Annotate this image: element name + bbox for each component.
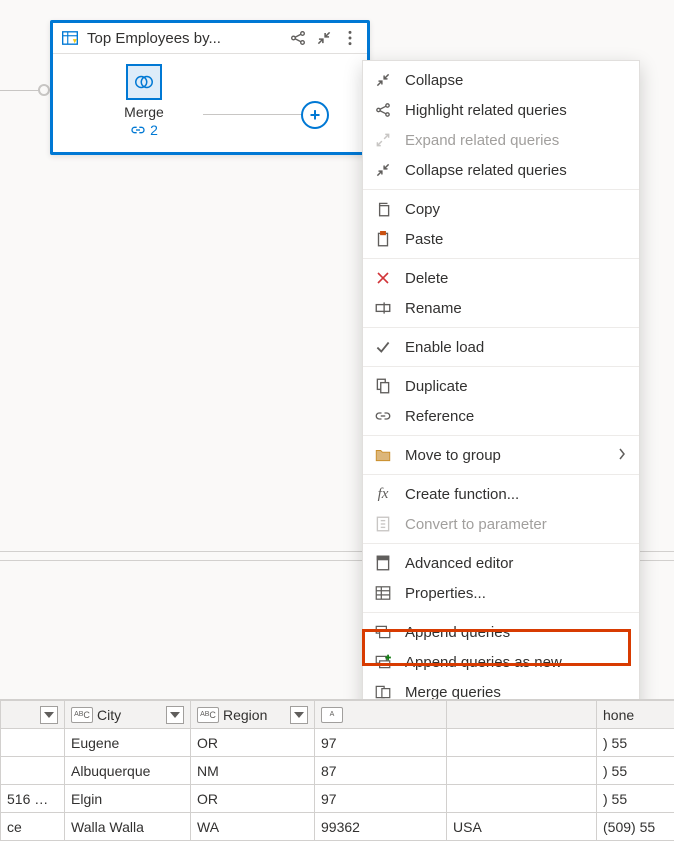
type-badge-icon: ABC [71,707,93,723]
cell[interactable]: 87 [315,757,447,785]
menu-properties[interactable]: Properties... [363,578,639,608]
menu-rename[interactable]: Rename [363,293,639,323]
chevron-right-icon [617,447,627,463]
cell[interactable]: 97 [315,785,447,813]
type-badge-icon: ABC [197,707,219,723]
folder-icon [373,445,393,465]
share-icon[interactable] [289,29,307,47]
col-label: hone [603,707,634,723]
copy-icon [373,199,393,219]
menu-append-queries[interactable]: Append queries [363,617,639,647]
merge-step[interactable]: Merge 2 [109,64,179,138]
link-count: 2 [150,122,158,138]
more-options-icon[interactable] [341,29,359,47]
cell[interactable] [447,785,597,813]
cell[interactable]: Elgin [65,785,191,813]
table-icon [61,29,79,47]
col-header-phone[interactable]: hone [597,701,674,729]
menu-copy[interactable]: Copy [363,194,639,224]
paste-icon [373,229,393,249]
query-node-body: Merge 2 + [53,54,367,152]
parameter-icon [373,514,393,534]
col-label: City [97,707,121,723]
col-header-country[interactable] [447,701,597,729]
link-icon [373,406,393,426]
cell[interactable] [1,757,65,785]
menu-move-to-group[interactable]: Move to group [363,440,639,470]
cell[interactable]: 99362 [315,813,447,841]
cell[interactable]: Walla Walla [65,813,191,841]
cell[interactable]: NM [191,757,315,785]
menu-delete[interactable]: Delete [363,263,639,293]
cell[interactable]: OR [191,785,315,813]
col-header-region[interactable]: ABC Region [191,701,315,729]
cell[interactable]: ) 55 [597,757,674,785]
collapse-arrows-icon [373,70,393,90]
menu-create-function[interactable]: fx Create function... [363,479,639,509]
merge-step-icon [126,64,162,100]
properties-icon [373,583,393,603]
menu-collapse[interactable]: Collapse [363,65,639,95]
cell[interactable]: OR [191,729,315,757]
type-badge-icon: A [321,707,343,723]
filter-button[interactable] [166,706,184,724]
append-icon [373,622,393,642]
duplicate-icon [373,376,393,396]
cell[interactable]: ) 55 [597,785,674,813]
menu-reference[interactable]: Reference [363,401,639,431]
menu-enable-load[interactable]: Enable load [363,332,639,362]
cell[interactable] [1,729,65,757]
table-row[interactable]: ce Walla Walla WA 99362 USA (509) 55 [1,813,674,841]
context-menu: Collapse Highlight related queries Expan… [362,60,640,742]
filter-button[interactable] [40,706,58,724]
table-row[interactable]: 516 M… Elgin OR 97 ) 55 [1,785,674,813]
menu-expand-related: Expand related queries [363,125,639,155]
menu-highlight-related[interactable]: Highlight related queries [363,95,639,125]
rename-icon [373,298,393,318]
cell[interactable]: ) 55 [597,729,674,757]
menu-paste[interactable]: Paste [363,224,639,254]
collapse-icon[interactable] [315,29,333,47]
data-preview-grid[interactable]: ABC City ABC Region [0,699,674,841]
cell[interactable]: Eugene [65,729,191,757]
cell[interactable]: 97 [315,729,447,757]
menu-convert-to-parameter: Convert to parameter [363,509,639,539]
query-node[interactable]: Top Employees by... [50,20,370,155]
merge-step-label: Merge [124,104,164,120]
append-new-icon [373,652,393,672]
menu-append-queries-new[interactable]: Append queries as new [363,647,639,677]
cell[interactable]: Albuquerque [65,757,191,785]
menu-duplicate[interactable]: Duplicate [363,371,639,401]
cell[interactable]: USA [447,813,597,841]
query-node-header: Top Employees by... [53,23,367,54]
function-icon: fx [373,484,393,504]
table-header-row: ABC City ABC Region [1,701,674,729]
expand-arrows-icon [373,130,393,150]
cell[interactable] [447,729,597,757]
menu-collapse-related[interactable]: Collapse related queries [363,155,639,185]
cell[interactable]: 516 M… [1,785,65,813]
cell[interactable]: WA [191,813,315,841]
col-header-city[interactable]: ABC City [65,701,191,729]
collapse-arrows-icon [373,160,393,180]
filter-button[interactable] [290,706,308,724]
table-row[interactable]: Eugene OR 97 ) 55 [1,729,674,757]
merge-link-badge[interactable]: 2 [130,122,158,138]
table-row[interactable]: Albuquerque NM 87 ) 55 [1,757,674,785]
col-header[interactable] [1,701,65,729]
col-header-postal[interactable]: A [315,701,447,729]
cell[interactable] [447,757,597,785]
cell[interactable]: ce [1,813,65,841]
menu-advanced-editor[interactable]: Advanced editor [363,548,639,578]
cell[interactable]: (509) 55 [597,813,674,841]
diagram-canvas[interactable]: Top Employees by... [0,0,674,841]
editor-icon [373,553,393,573]
add-step-button[interactable]: + [301,101,329,129]
delete-icon [373,268,393,288]
share-icon [373,100,393,120]
query-node-title: Top Employees by... [87,30,281,47]
col-label: Region [223,707,267,723]
check-icon [373,337,393,357]
